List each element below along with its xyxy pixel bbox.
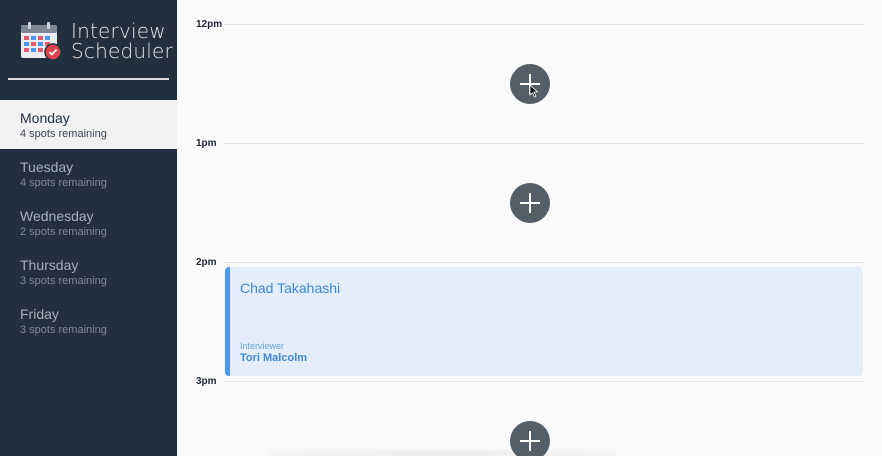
day-name: Wednesday [20, 208, 94, 224]
day-spots: 4 spots remaining [20, 128, 107, 140]
add-appointment-button[interactable] [510, 183, 550, 223]
day-list: Monday 4 spots remaining Tuesday 4 spots… [0, 100, 177, 345]
time-divider [223, 381, 864, 382]
time-label-12pm: 12pm [196, 19, 223, 30]
day-spots: 3 spots remaining [20, 275, 107, 287]
mouse-cursor-icon [529, 84, 539, 98]
time-label-1pm: 1pm [196, 138, 217, 149]
day-name: Friday [20, 306, 59, 322]
day-spots: 4 spots remaining [20, 177, 107, 189]
day-spots: 3 spots remaining [20, 324, 107, 336]
time-divider [223, 143, 864, 144]
app-title-line2: Scheduler [71, 39, 173, 63]
day-item-tuesday[interactable]: Tuesday 4 spots remaining [0, 149, 177, 198]
scroll-shadow [267, 448, 617, 456]
day-spots: 2 spots remaining [20, 226, 107, 238]
day-item-wednesday[interactable]: Wednesday 2 spots remaining [0, 198, 177, 247]
day-item-friday[interactable]: Friday 3 spots remaining [0, 296, 177, 345]
day-item-monday[interactable]: Monday 4 spots remaining [0, 100, 177, 149]
brand-divider [8, 78, 169, 80]
time-divider [223, 262, 864, 263]
app-title-line1: Interview [71, 19, 166, 43]
schedule: 12pm 1pm 2pm Chad Takahashi Interviewer … [177, 0, 882, 456]
day-name: Thursday [20, 257, 79, 273]
time-label-2pm: 2pm [196, 257, 217, 268]
day-name: Tuesday [20, 159, 74, 175]
day-name: Monday [20, 110, 70, 126]
add-appointment-button[interactable] [510, 421, 550, 456]
appointment-student-name: Chad Takahashi [240, 280, 341, 296]
app-title: Interview Scheduler [71, 21, 173, 61]
interviewer-name: Tori Malcolm [240, 352, 308, 364]
day-item-thursday[interactable]: Thursday 3 spots remaining [0, 247, 177, 296]
brand: Interview Scheduler [20, 20, 173, 62]
time-divider [223, 24, 864, 25]
appointment-card[interactable]: Chad Takahashi Interviewer Tori Malcolm [225, 267, 863, 376]
time-label-3pm: 3pm [196, 376, 217, 387]
interviewer-label: Interviewer [240, 341, 285, 351]
calendar-check-icon [21, 22, 62, 61]
sidebar: Interview Scheduler Monday 4 spots remai… [0, 0, 177, 456]
